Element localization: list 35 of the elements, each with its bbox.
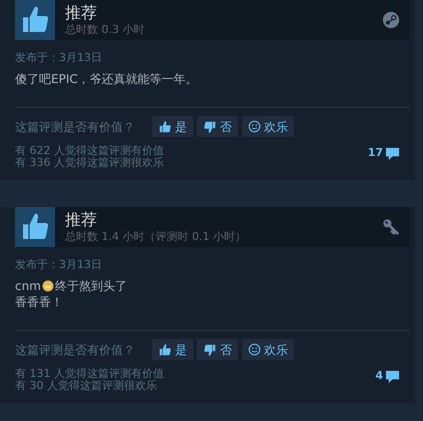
emoji-icon bbox=[42, 280, 54, 292]
smiley-icon bbox=[248, 343, 261, 356]
vote-button[interactable]: 欢乐 bbox=[242, 116, 294, 137]
review-text: 傻了吧EPIC，爷还真就能等一年。 bbox=[15, 71, 198, 87]
vote-button[interactable]: 否 bbox=[197, 116, 238, 137]
vote-button[interactable]: 是 bbox=[152, 116, 193, 137]
playtime-text: 总时数 1.4 小时（评测时 0.1 小时） bbox=[65, 228, 247, 244]
steam-logo-icon bbox=[382, 11, 400, 29]
posted-date: 发布于：3月13日 bbox=[15, 51, 103, 65]
helpful-question: 这篇评测是否有价值？ bbox=[15, 342, 135, 358]
key-icon bbox=[382, 218, 400, 236]
review-text: 终于熬到头了 bbox=[54, 278, 127, 294]
thumbs-up-icon bbox=[158, 342, 172, 356]
helpful-count-text: 有 131 人觉得这篇评测有价值 bbox=[15, 368, 165, 380]
review-text: 香香香！ bbox=[15, 294, 63, 310]
playtime-text: 总时数 0.3 小时 bbox=[65, 22, 146, 36]
thumbs-up-icon bbox=[158, 120, 172, 134]
comment-icon[interactable] bbox=[385, 368, 400, 384]
thumbs-down-icon bbox=[203, 342, 217, 356]
thumbs-down-icon bbox=[203, 120, 217, 134]
funny-count-text: 有 30 人觉得这篇评测很欢乐 bbox=[15, 380, 158, 392]
verdict-title: 推荐 bbox=[65, 210, 98, 228]
helpful-question: 这篇评测是否有价值？ bbox=[15, 118, 135, 136]
vote-button[interactable]: 欢乐 bbox=[242, 339, 294, 360]
funny-count-text: 有 336 人觉得这篇评测很欢乐 bbox=[15, 157, 165, 169]
posted-date: 发布于：3月13日 bbox=[15, 258, 103, 272]
vote-button[interactable]: 是 bbox=[152, 339, 193, 360]
comment-icon[interactable] bbox=[385, 146, 400, 161]
smiley-icon bbox=[248, 120, 261, 133]
comment-count: 4 bbox=[375, 368, 383, 384]
verdict-title: 推荐 bbox=[65, 4, 98, 22]
vote-button[interactable]: 否 bbox=[197, 339, 238, 360]
review-text: cnm bbox=[15, 278, 41, 294]
helpful-count-text: 有 622 人觉得这篇评测有价值 bbox=[15, 145, 165, 157]
comment-count: 17 bbox=[368, 145, 383, 161]
